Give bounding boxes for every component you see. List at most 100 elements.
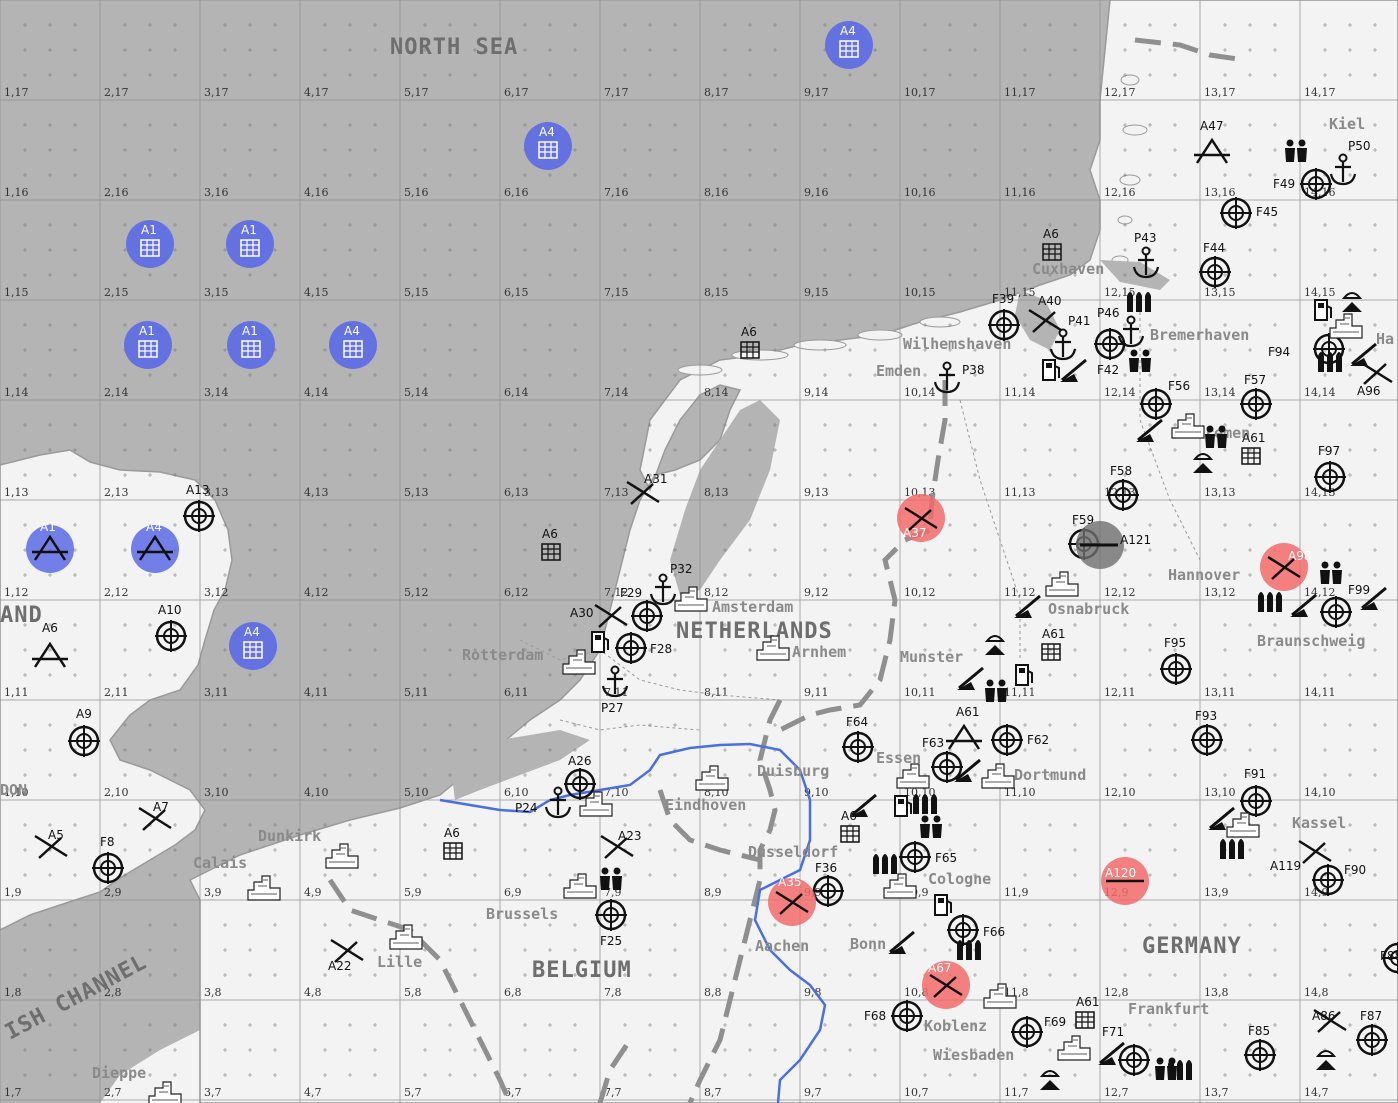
grid-cell-label: 6,13 — [504, 486, 529, 499]
city-label: Cologne — [928, 870, 991, 888]
unit-label: A98 — [1288, 549, 1311, 563]
grid-cell-label: 11,11 — [1004, 686, 1036, 699]
grid-cell-label: 3,11 — [204, 686, 229, 699]
grid-cell-label: 11,13 — [1004, 486, 1036, 499]
grid-cell-label: 8,7 — [704, 1086, 722, 1099]
unit-label: F68 — [864, 1009, 886, 1023]
city-label: Arnhem — [792, 643, 846, 661]
region-label: NORTH SEA — [390, 35, 518, 60]
grid-cell-label: 3,15 — [204, 286, 229, 299]
grid-cell-label: 5,15 — [404, 286, 429, 299]
grid-cell-label: 12,17 — [1104, 86, 1136, 99]
region-label: BELGIUM — [532, 958, 632, 983]
unit-label: P41 — [1068, 314, 1091, 328]
grid-cell-label: 4,9 — [304, 886, 322, 899]
unit-label: F95 — [1164, 636, 1186, 650]
grid-cell-label: 8,15 — [704, 286, 729, 299]
grid-cell-label: 1,11 — [4, 686, 29, 699]
unit-label: F49 — [1273, 177, 1295, 191]
grid-cell-label: 4,10 — [304, 786, 329, 799]
ammunition-icon — [913, 794, 937, 814]
grid-cell-label: 2,14 — [104, 386, 129, 399]
unit-label: F8 — [100, 835, 115, 849]
neutral-unit-icon[interactable] — [1076, 521, 1124, 569]
unit-label: A61 — [1076, 995, 1099, 1009]
grid-cell-label: 6,17 — [504, 86, 529, 99]
grid-cell-label: 3,8 — [204, 986, 222, 999]
unit-label: A9 — [76, 707, 92, 721]
unit-label: A1 — [40, 520, 56, 534]
grid-cell-label: 5,13 — [404, 486, 429, 499]
unit-label: A6 — [741, 325, 757, 339]
unit-label: F93 — [1195, 709, 1217, 723]
grid-cell-label: 9,14 — [804, 386, 829, 399]
ammunition-icon — [1318, 352, 1342, 372]
grid-cell-label: 5,7 — [404, 1086, 422, 1099]
grid-cell-label: 9,12 — [804, 586, 829, 599]
unit-label: A1 — [242, 324, 258, 338]
grid-cell-label: 4,17 — [304, 86, 329, 99]
city-label: Bonn — [850, 935, 886, 953]
unit-label: F90 — [1344, 863, 1366, 877]
grid-cell-label: 5,12 — [404, 586, 429, 599]
grid-cell-label: 3,17 — [204, 86, 229, 99]
grid-cell-label: 6,14 — [504, 386, 529, 399]
unit-label: A121 — [1120, 533, 1151, 547]
grid-cell-label: 2,17 — [104, 86, 129, 99]
grid-cell-label: 14,10 — [1304, 786, 1336, 799]
unit-label: A67 — [928, 961, 951, 975]
grid-cell-label: 5,8 — [404, 986, 422, 999]
grid-cell-label: 4,16 — [304, 186, 329, 199]
unit-label: A1 — [241, 223, 257, 237]
grid-cell-label: 9,11 — [804, 686, 829, 699]
grid-cell-label: 12,16 — [1104, 186, 1136, 199]
grid-cell-label: 3,16 — [204, 186, 229, 199]
grid-cell-label: 10,11 — [904, 686, 936, 699]
unit-label: A4 — [539, 125, 555, 139]
city-label: Ha — [1376, 330, 1394, 348]
grid-cell-label: 7,8 — [604, 986, 622, 999]
city-label: Rotterdam — [462, 646, 543, 664]
grid-cell-label: 8,8 — [704, 986, 722, 999]
unit-label: F39 — [992, 292, 1014, 306]
city-label: Calais — [193, 854, 247, 872]
unit-label: P27 — [601, 701, 624, 715]
grid-cell-label: 11,14 — [1004, 386, 1036, 399]
grid-cell-label: 3,9 — [204, 886, 222, 899]
grid-cell-label: 4,7 — [304, 1086, 322, 1099]
grid-cell-label: 10,7 — [904, 1086, 929, 1099]
grid-cell-label: 13,14 — [1204, 386, 1236, 399]
city-label: Lille — [377, 953, 422, 971]
grid-cell-label: 9,15 — [804, 286, 829, 299]
city-label: Dusseldorf — [748, 843, 838, 861]
unit-label: F64 — [846, 715, 868, 729]
city-label: Eindhoven — [665, 796, 746, 814]
unit-label: A86 — [1312, 1009, 1335, 1023]
enemy-unit-icon[interactable] — [1101, 857, 1149, 905]
grid-cell-label: 13,7 — [1204, 1086, 1229, 1099]
unit-label: F42 — [1097, 363, 1119, 377]
unit-label: A4 — [840, 24, 856, 38]
city-label: Munster — [900, 648, 963, 666]
grid-cell-label: 2,9 — [104, 886, 122, 899]
grid-cell-label: 1,13 — [4, 486, 29, 499]
grid-cell-label: 10,17 — [904, 86, 936, 99]
unit-label: F56 — [1168, 379, 1190, 393]
grid-cell-label: 14,17 — [1304, 86, 1336, 99]
unit-label: F71 — [1102, 1025, 1124, 1039]
city-label: Dortmund — [1014, 766, 1086, 784]
region-label: GERMANY — [1142, 934, 1242, 959]
city-label: Bremerhaven — [1150, 326, 1249, 344]
grid-cell-label: 3,10 — [204, 786, 229, 799]
grid-cell-label: 2,16 — [104, 186, 129, 199]
grid-cell-label: 6,11 — [504, 686, 529, 699]
grid-cell-label: 4,13 — [304, 486, 329, 499]
grid-cell-label: 6,9 — [504, 886, 522, 899]
unit-label: F36 — [815, 861, 837, 875]
grid-cell-label: 8,11 — [704, 686, 729, 699]
city-label: Braunschweig — [1257, 632, 1365, 650]
grid-cell-label: 2,11 — [104, 686, 129, 699]
unit-label: A61 — [1242, 431, 1265, 445]
tactical-map[interactable]: 1,17 2,17 3,17 4,17 5,17 6,17 7,17 8,17 9,17 10,1… — [0, 0, 1398, 1103]
grid-cell-label: 6,10 — [504, 786, 529, 799]
